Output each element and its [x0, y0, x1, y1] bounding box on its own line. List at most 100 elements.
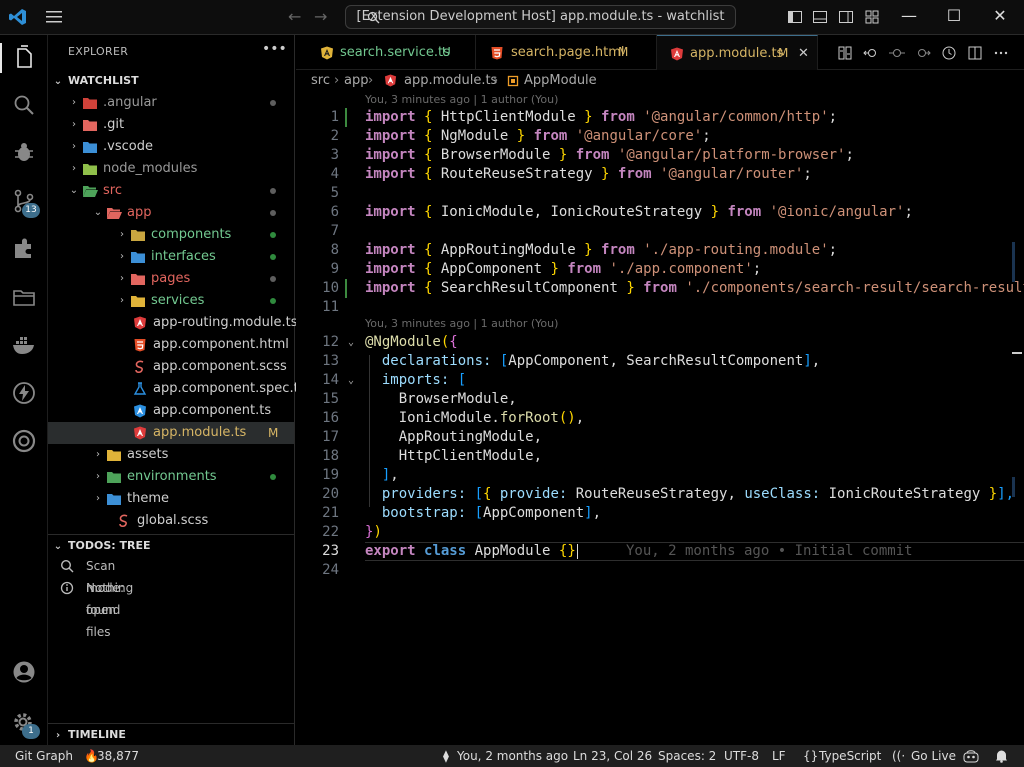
tree-item[interactable]: app.component.ts — [48, 400, 294, 422]
code-line[interactable]: 19 ], — [296, 466, 1024, 485]
remote-explorer-icon[interactable] — [10, 283, 38, 311]
back-arrow-icon[interactable]: ← — [288, 7, 301, 26]
run-debug-icon[interactable] — [10, 139, 38, 167]
go-live-button[interactable]: Go Live — [911, 745, 956, 767]
code-line[interactable]: 13 declarations: [AppComponent, SearchRe… — [296, 352, 1024, 371]
go-to-previous-change-icon[interactable] — [863, 45, 879, 61]
tree-item[interactable]: ⌄ app — [48, 202, 294, 224]
language-mode[interactable]: TypeScript — [819, 745, 881, 767]
extensions-icon[interactable] — [10, 235, 38, 263]
code-line[interactable]: 2 import { NgModule } from '@angular/core… — [296, 127, 1024, 146]
code-line[interactable]: 18 HttpClientModule, — [296, 447, 1024, 466]
hamburger-menu-icon[interactable] — [44, 9, 64, 25]
count-status[interactable]: 38,877 — [97, 745, 139, 767]
breadcrumb-src[interactable]: src — [311, 70, 330, 92]
thunder-client-icon[interactable] — [10, 379, 38, 407]
tab-app-module[interactable]: app.module.ts M ✕ — [657, 35, 818, 70]
tree-item[interactable]: › interfaces — [48, 246, 294, 268]
toggle-primary-sidebar-icon[interactable] — [787, 9, 803, 25]
tree-item[interactable]: global.scss — [48, 510, 294, 532]
code-line[interactable]: 5 — [296, 184, 1024, 203]
tree-item[interactable]: › services — [48, 290, 294, 312]
git-graph-button[interactable]: Git Graph — [15, 745, 73, 767]
tree-item[interactable]: › .angular — [48, 92, 294, 114]
tree-item[interactable]: › pages — [48, 268, 294, 290]
docker-icon[interactable] — [10, 331, 38, 359]
tab-close-icon[interactable]: ✕ — [798, 36, 809, 71]
tree-item[interactable]: app.component.spec.ts — [48, 378, 305, 400]
timeline-section-header[interactable]: › TIMELINE — [48, 723, 295, 745]
code-line[interactable]: 22}) — [296, 523, 1024, 542]
split-editor-icon[interactable] — [967, 45, 983, 61]
codelens-blame[interactable]: You, 3 minutes ago | 1 author (You) — [365, 316, 558, 332]
code-line[interactable]: 4 import { RouteReuseStrategy } from '@an… — [296, 165, 1024, 184]
open-changes-icon[interactable] — [837, 45, 853, 61]
tree-item[interactable]: app.module.ts M — [48, 422, 294, 444]
code-line[interactable]: 3 import { BrowserModule } from '@angular… — [296, 146, 1024, 165]
cursor-position[interactable]: Ln 23, Col 26 — [573, 745, 652, 767]
code-line[interactable]: 20 providers: [{ provide: RouteReuseStra… — [296, 485, 1024, 504]
code-line[interactable]: 1 import { HttpClientModule } from '@angu… — [296, 108, 1024, 127]
tree-item[interactable]: › assets — [48, 444, 294, 466]
codelens-blame[interactable]: You, 3 minutes ago | 1 author (You) — [365, 92, 558, 108]
code-editor[interactable]: You, 3 minutes ago | 1 author (You) You,… — [296, 92, 1024, 745]
tab-search-service[interactable]: search.service.ts U — [296, 35, 476, 70]
tree-item[interactable]: › environments — [48, 466, 294, 488]
target-icon[interactable] — [10, 427, 38, 455]
forward-arrow-icon[interactable]: → — [314, 7, 327, 26]
go-to-commit-icon[interactable] — [889, 45, 905, 61]
tree-item[interactable]: › components — [48, 224, 294, 246]
fold-chevron-icon[interactable]: ⌄ — [348, 371, 354, 390]
breadcrumb-symbol[interactable]: AppModule — [524, 70, 597, 92]
timeline-history-icon[interactable] — [941, 45, 957, 61]
tree-item[interactable]: ⌄ src — [48, 180, 294, 202]
eol-status[interactable]: LF — [772, 745, 786, 767]
code-line[interactable]: 17 AppRoutingModule, — [296, 428, 1024, 447]
code-line[interactable]: 7 — [296, 222, 1024, 241]
tree-item[interactable]: app-routing.module.ts — [48, 312, 297, 334]
copilot-icon[interactable] — [963, 749, 979, 763]
encoding-status[interactable]: UTF-8 — [724, 745, 759, 767]
breadcrumb-app[interactable]: app — [344, 70, 368, 92]
tab-search-page-html[interactable]: search.page.html M — [476, 35, 657, 70]
code-line[interactable]: 14 ⌄ imports: [ — [296, 371, 1024, 390]
code-line[interactable]: 23 export class AppModule {} You, 2 months… — [296, 542, 1024, 561]
tree-item[interactable]: › node_modules — [48, 158, 294, 180]
accounts-icon[interactable] — [10, 658, 38, 686]
code-line[interactable]: 9 import { AppComponent } from './app.com… — [296, 260, 1024, 279]
fold-chevron-icon[interactable]: ⌄ — [348, 333, 354, 352]
customize-layout-icon[interactable] — [864, 9, 880, 25]
code-line[interactable]: 12 ⌄ @NgModule({ — [296, 333, 1024, 352]
code-line[interactable]: 11 — [296, 298, 1024, 317]
code-line[interactable]: 21 bootstrap: [AppComponent], — [296, 504, 1024, 523]
workspace-section-header[interactable]: ⌄ WATCHLIST — [48, 70, 295, 92]
notifications-bell-icon[interactable] — [995, 749, 1008, 763]
code-line[interactable]: 15 BrowserModule, — [296, 390, 1024, 409]
toggle-secondary-sidebar-icon[interactable] — [838, 9, 854, 25]
tree-item[interactable]: › .vscode — [48, 136, 294, 158]
toggle-panel-icon[interactable] — [812, 9, 828, 25]
code-line[interactable]: 16 IonicModule.forRoot(), — [296, 409, 1024, 428]
search-view-icon[interactable] — [10, 91, 38, 119]
tree-item[interactable]: › theme — [48, 488, 294, 510]
tree-item[interactable]: app.component.scss — [48, 356, 294, 378]
tree-item[interactable]: app.component.html — [48, 334, 294, 356]
close-window-button[interactable]: ✕ — [990, 6, 1010, 25]
more-actions-icon[interactable] — [993, 45, 1009, 61]
code-line[interactable]: 8 import { AppRoutingModule } from './app… — [296, 241, 1024, 260]
code-line[interactable]: 24 — [296, 561, 1024, 580]
maximize-button[interactable]: ☐ — [944, 6, 964, 25]
code-line[interactable]: 10 import { SearchResultComponent } from … — [296, 279, 1024, 298]
code-line[interactable]: 6 import { IonicModule, IonicRouteStrateg… — [296, 203, 1024, 222]
more-actions-icon[interactable]: ••• — [262, 41, 287, 57]
todos-section-header[interactable]: ⌄ TODOS: TREE — [48, 534, 295, 556]
breadcrumb-file[interactable]: app.module.ts — [404, 70, 497, 92]
indentation-status[interactable]: Spaces: 2 — [658, 745, 716, 767]
go-to-next-change-icon[interactable] — [915, 45, 931, 61]
minimize-button[interactable]: — — [899, 6, 919, 25]
command-center[interactable]: [Extension Development Host] app.module.… — [345, 5, 736, 29]
tree-item[interactable]: › .git — [48, 114, 294, 136]
folder-icon — [130, 228, 146, 242]
explorer-icon[interactable] — [10, 44, 38, 72]
git-blame-status[interactable]: You, 2 months ago — [457, 745, 568, 767]
